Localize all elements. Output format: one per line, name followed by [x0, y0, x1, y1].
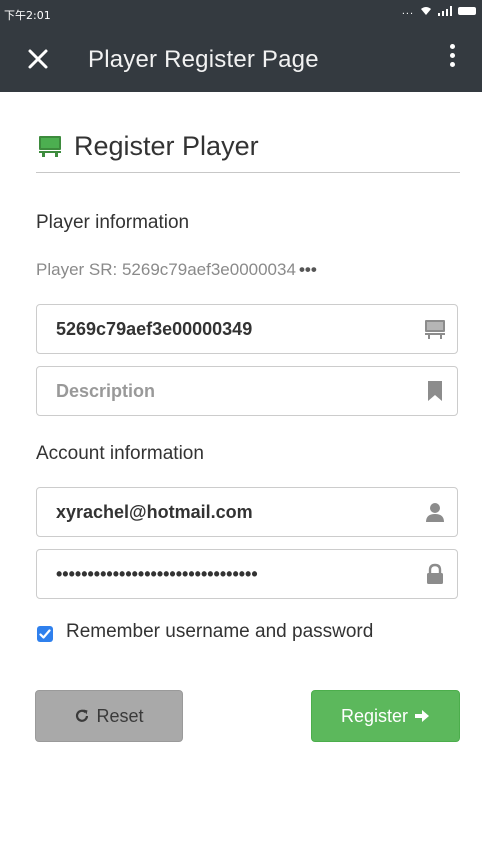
description-input[interactable]: [37, 367, 407, 415]
status-time: 下午2:01: [4, 9, 51, 22]
email-field: [36, 487, 458, 537]
email-input[interactable]: [37, 488, 407, 536]
password-input[interactable]: [37, 550, 407, 598]
bookmark-icon: [428, 381, 442, 401]
page-heading: Register Player: [38, 126, 259, 166]
heading-divider: [36, 172, 460, 173]
player-sr-text: Player SR: 5269c79aef3e0000034 •••: [36, 260, 317, 280]
signal-icon: [438, 6, 452, 16]
monitor-icon: [425, 320, 445, 339]
checkmark-icon: [39, 629, 51, 639]
status-icons: ...: [402, 5, 476, 17]
remember-checkbox[interactable]: [37, 626, 53, 642]
status-bar: 下午2:01 ...: [0, 0, 482, 26]
app-bar: Player Register Page: [0, 26, 482, 92]
description-field: [36, 366, 458, 416]
status-dots: ...: [401, 5, 414, 17]
battery-icon: [458, 7, 476, 15]
account-info-label: Account information: [36, 443, 204, 464]
player-sr-ellipsis: •••: [298, 260, 317, 279]
password-field: [36, 549, 458, 599]
player-id-input[interactable]: [37, 305, 407, 353]
page-title: Register Player: [74, 130, 259, 161]
more-vertical-icon[interactable]: [440, 40, 464, 78]
remember-label[interactable]: Remember username and password: [66, 621, 373, 643]
app-title: Player Register Page: [88, 46, 319, 73]
register-button-label: Register: [340, 705, 409, 726]
refresh-icon: [76, 709, 89, 722]
player-info-label: Player information: [36, 212, 190, 233]
user-icon: [426, 503, 444, 522]
arrow-right-icon: [415, 710, 430, 722]
wifi-icon: [421, 7, 431, 15]
player-id-field: [36, 304, 458, 354]
monitor-icon: [39, 136, 61, 157]
reset-button[interactable]: Reset: [35, 690, 183, 742]
lock-icon: [427, 563, 443, 584]
reset-button-label: Reset: [96, 705, 144, 726]
player-sr-value: Player SR: 5269c79aef3e0000034: [36, 260, 296, 279]
register-button[interactable]: Register: [311, 690, 460, 742]
close-icon[interactable]: [24, 45, 52, 73]
